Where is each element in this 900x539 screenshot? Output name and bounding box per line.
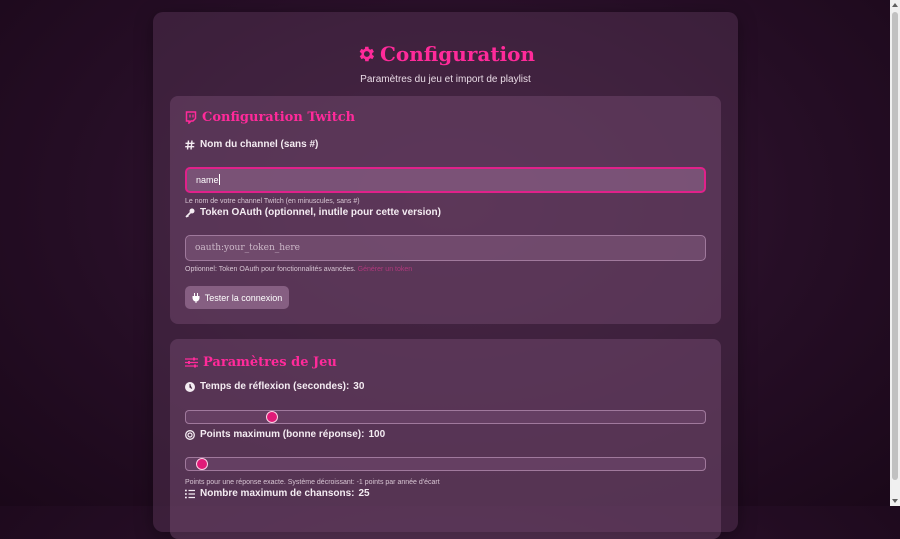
gear-icon — [359, 46, 375, 62]
plug-icon — [192, 292, 200, 303]
thinking-time-value: 30 — [353, 381, 365, 392]
sliders-icon — [185, 357, 198, 368]
max-points-help: Points pour une réponse exacte. Système … — [185, 479, 440, 486]
page-subtitle: Paramètres du jeu et import de playlist — [360, 74, 531, 85]
thinking-time-slider[interactable] — [185, 410, 706, 424]
oauth-token-input[interactable]: oauth:your_token_here — [185, 235, 706, 261]
max-songs-value: 25 — [358, 488, 370, 499]
twitch-config-card: Configuration Twitch Nom du channel (san… — [170, 96, 721, 324]
key-icon — [185, 208, 195, 218]
thinking-time-slider-thumb[interactable] — [265, 411, 278, 423]
max-songs-label: Nombre maximum de chansons: 25 — [185, 488, 370, 499]
test-connection-label: Tester la connexion — [204, 292, 283, 303]
channel-help: Le nom de votre channel Twitch (en minus… — [185, 198, 360, 205]
scroll-thumb[interactable] — [892, 12, 898, 480]
hashtag-icon — [185, 139, 195, 150]
channel-label: Nom du channel (sans #) — [185, 139, 318, 150]
thinking-time-label: Temps de réflexion (secondes): 30 — [185, 381, 364, 392]
twitch-section-title: Configuration Twitch — [185, 110, 355, 125]
config-panel: Configuration Paramètres du jeu et impor… — [153, 12, 738, 539]
channel-label-text: Nom du channel (sans #) — [200, 139, 319, 150]
scroll-up-arrow[interactable] — [892, 3, 898, 7]
game-section-title-text: Paramètres de Jeu — [203, 355, 337, 370]
target-icon — [185, 429, 195, 440]
page-scrollbar[interactable] — [890, 0, 900, 506]
page-title-text: Configuration — [379, 42, 536, 66]
list-icon — [185, 489, 195, 498]
channel-name-value: name — [196, 175, 219, 185]
max-songs-label-text: Nombre maximum de chansons: — [200, 488, 355, 499]
token-label: Token OAuth (optionnel, inutile pour cet… — [185, 207, 441, 218]
text-caret — [218, 174, 220, 185]
max-points-label: Points maximum (bonne réponse): 100 — [185, 429, 385, 440]
max-points-label-text: Points maximum (bonne réponse): — [200, 429, 365, 440]
clock-icon — [185, 381, 195, 392]
scroll-down-arrow[interactable] — [892, 499, 898, 503]
channel-name-input[interactable]: name — [185, 167, 706, 193]
generate-token-link[interactable]: Générer un token — [358, 266, 412, 273]
page-title: Configuration — [153, 42, 738, 66]
thinking-time-label-text: Temps de réflexion (secondes): — [200, 381, 350, 392]
game-section-title: Paramètres de Jeu — [185, 355, 337, 370]
max-points-value: 100 — [368, 429, 386, 440]
twitch-icon — [185, 111, 197, 124]
max-points-slider-thumb[interactable] — [195, 458, 208, 470]
test-connection-button[interactable]: Tester la connexion — [185, 286, 289, 309]
twitch-section-title-text: Configuration Twitch — [202, 110, 356, 125]
max-points-slider[interactable] — [185, 457, 706, 471]
game-settings-card: Paramètres de Jeu Temps de réflexion (se… — [170, 339, 721, 539]
token-help: Optionnel: Token OAuth pour fonctionnali… — [185, 266, 412, 273]
token-help-text: Optionnel: Token OAuth pour fonctionnali… — [185, 266, 356, 273]
token-label-text: Token OAuth (optionnel, inutile pour cet… — [200, 207, 441, 218]
token-placeholder: oauth:your_token_here — [195, 243, 300, 253]
